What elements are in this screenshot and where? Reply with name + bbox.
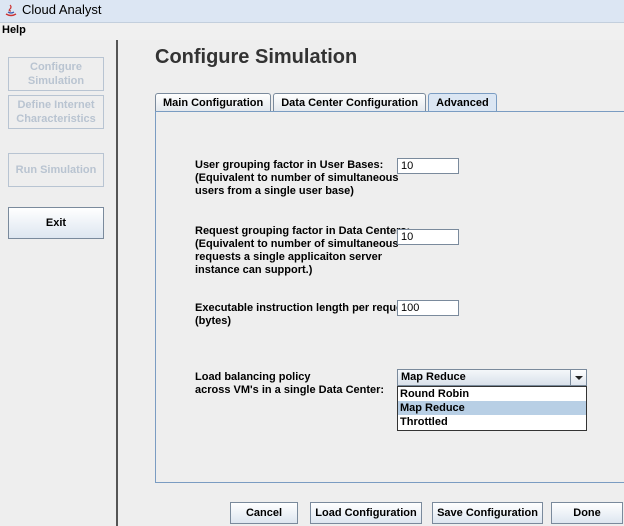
user-grouping-input[interactable]: 10: [397, 158, 459, 174]
menu-bar: Help: [0, 23, 624, 40]
window-titlebar: Cloud Analyst: [0, 0, 624, 23]
option-map-reduce[interactable]: Map Reduce: [398, 401, 586, 415]
tab-main-configuration[interactable]: Main Configuration: [155, 93, 272, 111]
exit-button[interactable]: Exit: [8, 207, 104, 239]
save-configuration-button[interactable]: Save Configuration: [432, 502, 543, 524]
tab-advanced[interactable]: Advanced: [428, 93, 497, 112]
user-grouping-label: User grouping factor in User Bases:: [195, 159, 384, 171]
instruction-length-input[interactable]: 100: [397, 300, 459, 316]
run-simulation-button[interactable]: Run Simulation: [8, 153, 104, 187]
menu-help[interactable]: Help: [2, 24, 26, 36]
request-grouping-label-2: (Equivalent to number of simultaneous: [195, 238, 399, 250]
done-button[interactable]: Done: [551, 502, 623, 524]
load-configuration-button[interactable]: Load Configuration: [310, 502, 422, 524]
window-title: Cloud Analyst: [22, 2, 102, 17]
java-app-icon: [5, 4, 17, 17]
load-balancing-label: Load balancing policy: [195, 371, 311, 383]
load-balancing-label-2: across VM's in a single Data Center:: [195, 384, 385, 396]
define-internet-characteristics-button[interactable]: Define Internet Characteristics: [8, 95, 104, 129]
option-throttled[interactable]: Throttled: [398, 415, 586, 429]
configure-simulation-button[interactable]: Configure Simulation: [8, 57, 104, 91]
instruction-length-label-2: (bytes): [195, 315, 232, 327]
load-balancing-selected-value: Map Reduce: [401, 371, 466, 383]
instruction-length-label: Executable instruction length per reques…: [195, 302, 416, 314]
user-grouping-label-3: users from a single user base): [195, 185, 354, 197]
user-grouping-label-2: (Equivalent to number of simultaneous: [195, 172, 399, 184]
cancel-button[interactable]: Cancel: [230, 502, 298, 524]
load-balancing-select[interactable]: Map Reduce: [397, 369, 587, 386]
request-grouping-input[interactable]: 10: [397, 229, 459, 245]
chevron-down-icon[interactable]: [570, 370, 586, 385]
page-title: Configure Simulation: [155, 46, 358, 68]
config-tabs: Main Configuration Data Center Configura…: [155, 93, 499, 112]
sidebar: Configure Simulation Define Internet Cha…: [0, 40, 118, 526]
option-round-robin[interactable]: Round Robin: [398, 387, 586, 401]
request-grouping-label-4: instance can support.): [195, 264, 313, 276]
request-grouping-label-3: requests a single applicaiton server: [195, 251, 383, 263]
request-grouping-label: Request grouping factor in Data Centers:: [195, 225, 411, 237]
tab-data-center-configuration[interactable]: Data Center Configuration: [273, 93, 427, 111]
load-balancing-dropdown-list: Round Robin Map Reduce Throttled: [397, 386, 587, 431]
